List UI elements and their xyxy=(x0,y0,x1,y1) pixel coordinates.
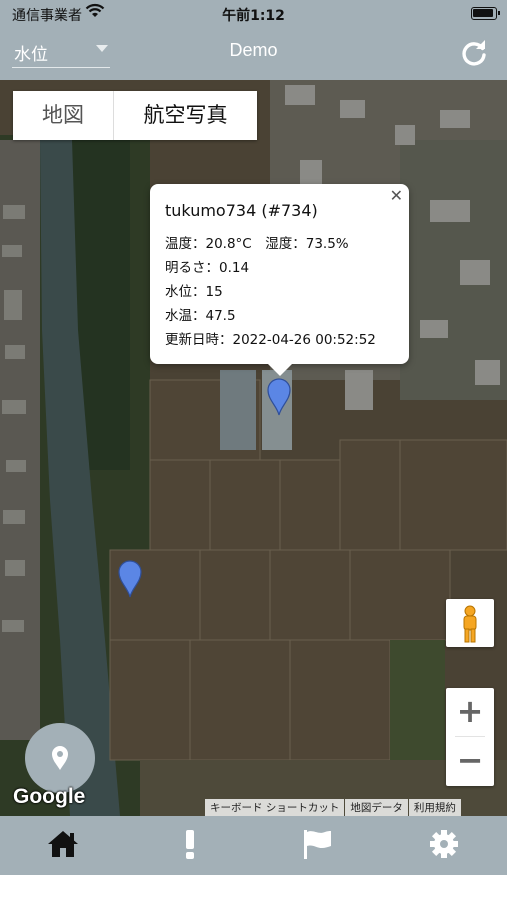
tab-bar xyxy=(0,816,507,875)
battery-icon xyxy=(471,7,500,20)
street-view-pegman-icon[interactable] xyxy=(446,599,494,647)
status-bar: 通信事業者 午前1:12 xyxy=(0,0,507,28)
zoom-control: + − xyxy=(446,688,494,786)
map-attribution: キーボード ショートカット 地図データ 利用規約 xyxy=(204,799,461,816)
info-water-temperature: 水温：47.5 xyxy=(165,308,236,324)
flag-icon xyxy=(304,830,331,859)
terms-link[interactable]: 利用規約 xyxy=(408,799,461,816)
info-temperature-humidity: 温度：20.8°C 湿度：73.5% xyxy=(165,236,349,252)
map-type-control: 地図 航空写真 xyxy=(13,91,257,140)
home-icon xyxy=(48,831,78,857)
page-title: Demo xyxy=(229,40,278,60)
keyboard-shortcuts-link[interactable]: キーボード ショートカット xyxy=(205,799,345,816)
google-logo: Google xyxy=(13,785,86,808)
info-updated-at: 更新日時：2022-04-26 00:52:52 xyxy=(165,332,376,348)
info-window: ✕ tukumo734 (#734) 温度：20.8°C 湿度：73.5% 明る… xyxy=(150,184,409,376)
my-location-button[interactable] xyxy=(25,723,95,793)
tab-home[interactable] xyxy=(0,816,126,875)
tab-flags[interactable] xyxy=(254,816,380,875)
info-brightness: 明るさ：0.14 xyxy=(165,260,250,276)
info-water-level: 水位：15 xyxy=(165,284,223,300)
map-marker-icon[interactable] xyxy=(118,560,142,598)
clock: 午前1:12 xyxy=(222,8,285,24)
info-window-title: tukumo734 (#734) xyxy=(165,201,318,220)
map-type-map-button[interactable]: 地図 xyxy=(13,91,113,140)
home-indicator-area xyxy=(0,875,507,900)
map-data-link[interactable]: 地図データ xyxy=(345,799,408,816)
close-icon[interactable]: ✕ xyxy=(390,186,403,205)
map-marker-icon[interactable] xyxy=(267,378,291,416)
tab-settings[interactable] xyxy=(381,816,507,875)
gear-icon xyxy=(430,830,458,858)
exclamation-icon xyxy=(186,830,194,859)
header-bar: 水位 Demo xyxy=(0,28,507,80)
refresh-icon[interactable] xyxy=(459,38,489,68)
zoom-in-button[interactable]: + xyxy=(446,688,494,736)
tab-alerts[interactable] xyxy=(127,816,253,875)
location-pin-icon xyxy=(52,746,68,770)
map-type-satellite-button[interactable]: 航空写真 xyxy=(113,91,257,140)
map-view[interactable]: 地図 航空写真 ✕ tukumo734 (#734) 温度：20.8°C 湿度：… xyxy=(0,80,507,816)
zoom-out-button[interactable]: − xyxy=(446,737,494,785)
